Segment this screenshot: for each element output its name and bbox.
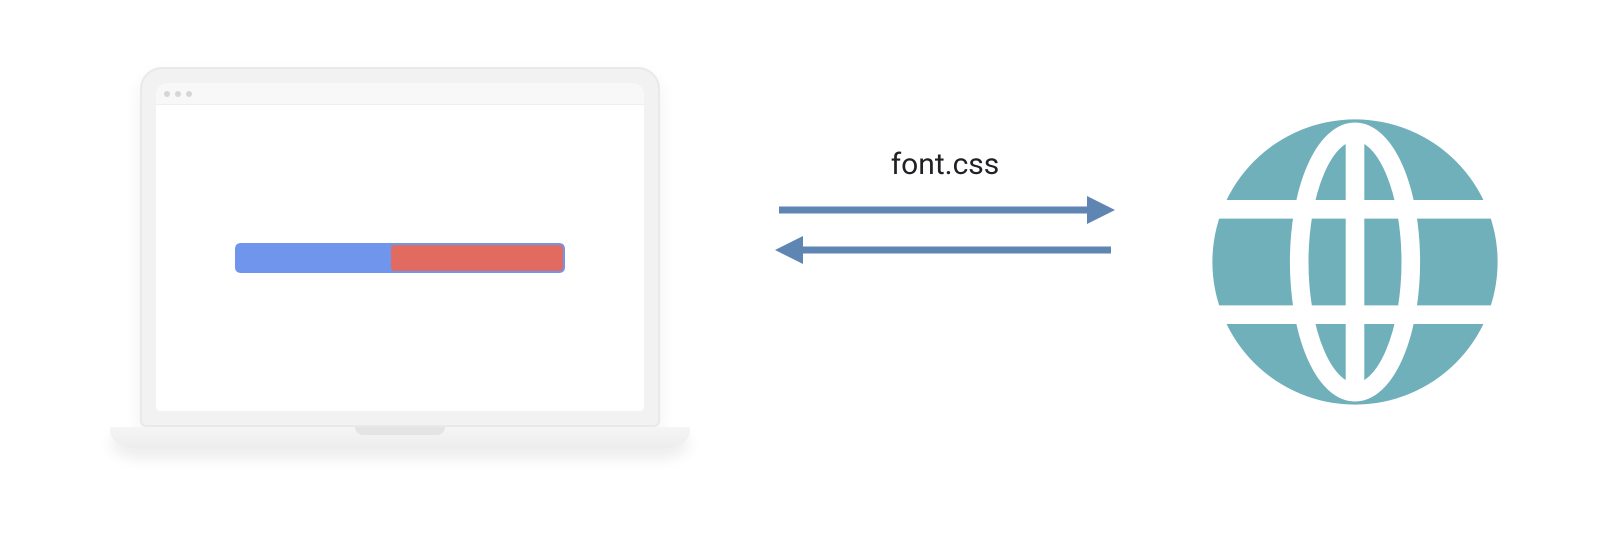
browser-chrome	[156, 83, 644, 105]
laptop-notch	[355, 427, 445, 435]
window-dot-icon	[175, 91, 181, 97]
window-dot-icon	[186, 91, 192, 97]
laptop-base	[110, 427, 690, 449]
browser-content	[156, 105, 644, 411]
arrow-right-icon	[775, 190, 1115, 230]
arrow-left-icon	[775, 230, 1115, 270]
laptop-illustration	[110, 67, 690, 487]
progress-bar	[235, 243, 565, 273]
request-label: font.css	[775, 147, 1115, 182]
laptop-screen-frame	[140, 67, 660, 427]
window-dot-icon	[164, 91, 170, 97]
progress-bar-front	[391, 245, 563, 271]
request-arrows: font.css	[775, 147, 1115, 327]
globe-icon	[1200, 107, 1510, 417]
diagram-container: font.css	[0, 0, 1600, 534]
laptop-screen	[156, 83, 644, 411]
